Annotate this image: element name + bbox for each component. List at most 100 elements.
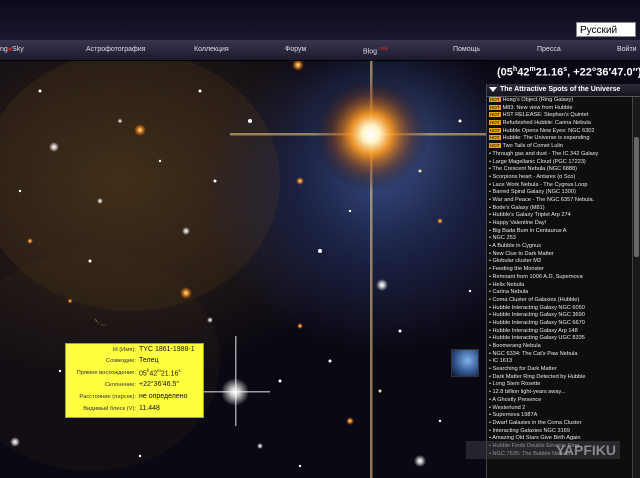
ra-seconds: 21.16 [160,370,179,378]
list-item[interactable]: • Helix Nebula [487,282,633,290]
list-item[interactable]: HOT HST RELEASE: Stephan's Quintet [487,112,633,120]
blog-new-badge: new [378,46,389,52]
list-item[interactable]: HOT M83: New view from Hubble [487,105,633,113]
list-item-label: Boomerang Nebula [492,343,541,349]
hot-badge: HOT [489,135,501,141]
spots-list: HOT Hoag's Object (Ring Galaxy) HOT M83: Ne… [487,97,633,458]
constellation-value: Телец [139,357,159,364]
list-item[interactable]: HOT Hubble Opens New Eyes: NGC 6302 [487,128,633,136]
coord-declination: , +22°36′47.0″) [567,66,640,79]
list-item[interactable]: • A Ghostly Presence [487,397,633,405]
list-item[interactable]: • Hubble Interacting Galaxy Arp 148 [487,328,633,336]
coord-ra-seconds: 21.16 [535,66,564,79]
list-item-label: Bode's Galaxy (M81) [492,204,545,211]
list-item-label: NGC 253 [492,235,516,242]
hot-badge: HOT [489,112,501,118]
list-item[interactable]: • Long Stem Rosette [487,381,633,389]
nav-item-press[interactable]: Пресса [537,46,561,53]
list-item-label: Hubble Interacting Galaxy Arp 148 [492,327,578,334]
ra-value: 05h42m21.16s [139,368,181,377]
list-item[interactable]: • Interacting Galaxies NGC 3169 [487,428,633,436]
list-item[interactable]: • Lace Work Nebula - The Cygnus Loop [487,182,633,190]
nav-item-login[interactable]: Войти [617,46,637,53]
list-item-label: Globular cluster M3 [492,258,542,265]
collapse-triangle-icon[interactable] [489,86,497,92]
list-item[interactable]: • Dwarf Galaxies in the Coma Cluster [487,420,633,428]
list-item[interactable]: • Hubble Interacting Galaxy UGC 8335 [487,335,633,343]
panel-scrollbar[interactable] [632,97,640,478]
list-item[interactable]: • Hubble's Galaxy Triplet Arp 274 [487,212,633,220]
list-item[interactable]: • Hubble Interacting Galaxy NGC 6050 [487,305,633,313]
list-item-label: Dark Matter Ring Detected by Hubble [492,373,586,380]
language-select[interactable]: Русский [576,22,636,37]
list-item-label: Supernova 1987A [492,412,538,419]
coordinates-readout: (05h42m21.16s, +22°36′47.0″) [497,66,640,79]
list-item[interactable]: • The Crescent Nebula (NGC 6888) [487,166,633,174]
list-item[interactable]: • Bode's Galaxy (M81) [487,205,633,213]
ra-seconds-unit: s [178,368,181,373]
list-item[interactable]: • Scorpions heart - Antares (α Sco) [487,174,633,182]
list-item-label: Westerlund 2 [492,404,526,411]
nav-item-collection[interactable]: Коллекция [194,46,229,53]
list-item-label: Hubble Interacting Galaxy NGC 6050 [492,304,585,311]
list-item[interactable]: • Barred Spiral Galaxy (NGC 1300) [487,189,633,197]
list-item[interactable]: HOT Hubble: The Universe is expanding [487,135,633,143]
list-item[interactable]: • NGC 6334: The Cat's Paw Nebula [487,351,633,359]
list-item[interactable]: • Boomerang Nebula [487,343,633,351]
list-item-label: Hubble Opens New Eyes: NGC 6302 [502,127,595,134]
list-item[interactable]: • Globular cluster M3 [487,258,633,266]
list-item[interactable]: • War and Peace - The NGC 6357 Nebula. [487,197,633,205]
list-item[interactable]: HOT Two Tails of Comet Lulin [487,143,633,151]
list-item-label: Hoag's Object (Ring Galaxy) [502,97,574,103]
list-item-label: Hubble Interacting Galaxy NGC 6670 [492,319,585,326]
list-item[interactable]: • Westerlund 2 [487,405,633,413]
panel-header[interactable]: The Attractive Spots of the Universe [487,84,640,97]
list-item-label: Through gas and dust - The IC 342 Galaxy [492,150,599,157]
list-item[interactable]: • Through gas and dust - The IC 342 Gala… [487,151,633,159]
list-item[interactable]: • A Bubble in Cygnus [487,243,633,251]
nav-logo[interactable]: ng●Sky [0,46,24,53]
list-item[interactable]: • Big Bada Bum in Centaurus A [487,228,633,236]
list-item-label: Dwarf Galaxies in the Coma Cluster [492,419,582,426]
list-item[interactable]: • Feeding the Monster [487,266,633,274]
list-item[interactable]: • Remnant from 1006 A.D. Supernova [487,274,633,282]
nav-item-blog[interactable]: Blog new [363,46,388,55]
list-item[interactable]: • Coma Cluster of Galaxies (Hubble) [487,297,633,305]
list-item[interactable]: • New Clue to Dark Matter [487,251,633,259]
list-item-label: War and Peace - The NGC 6357 Nebula. [492,196,595,203]
list-item-label: Two Tails of Comet Lulin [502,143,564,150]
nav-item-astrophotography[interactable]: Астрофотография [86,46,145,53]
list-item[interactable]: • 12.8 billion light-years away... [487,389,633,397]
list-item[interactable]: • IC 1613 [487,358,633,366]
list-item-label: M83: New view from Hubble [502,104,573,111]
ra-hours: 05 [139,370,147,378]
list-item-label: Feeding the Monster [492,266,544,273]
logo-text-2: Sky [12,46,24,53]
list-item[interactable]: • Happy Valentine Day! [487,220,633,228]
list-item[interactable]: • Hubble Interacting Galaxy NGC 3690 [487,312,633,320]
scrollbar-thumb[interactable] [634,137,639,257]
list-item[interactable]: • NGC 253 [487,235,633,243]
list-item-label: Interacting Galaxies NGC 3169 [492,427,570,434]
list-item-label: Long Stem Rosette [492,381,541,388]
list-item[interactable]: • Supernova 1987A [487,412,633,420]
list-item[interactable]: • Hubble Interacting Galaxy NGC 6670 [487,320,633,328]
list-item[interactable]: HOT Hoag's Object (Ring Galaxy) [487,97,633,105]
list-item-label: Scorpions heart - Antares (α Sco) [492,173,576,180]
list-item-label: Helix Nebula [492,281,525,288]
list-item[interactable]: HOT Refurbished Hubble: Carina Nebula [487,120,633,128]
nav-item-help[interactable]: Помощь [453,46,480,53]
list-item[interactable]: • Searching for Dark Matter [487,366,633,374]
earth-thumbnail-icon[interactable] [451,349,479,377]
list-item-label: 12.8 billion light-years away... [492,389,566,396]
list-item[interactable]: • Dark Matter Ring Detected by Hubble [487,374,633,382]
list-item-label: The Crescent Nebula (NGC 6888) [492,166,577,173]
list-item-label: Searching for Dark Matter [492,366,557,373]
selected-star[interactable] [221,378,249,406]
hot-badge: HOT [489,127,501,133]
list-item[interactable]: • Carina Nebula [487,289,633,297]
dec-value: +22°36′46.5″ [139,381,179,388]
top-bar: Русский [0,0,640,40]
nav-item-forum[interactable]: Форум [285,46,306,53]
list-item[interactable]: • Large Magellanic Cloud (PGC 17223) [487,159,633,167]
